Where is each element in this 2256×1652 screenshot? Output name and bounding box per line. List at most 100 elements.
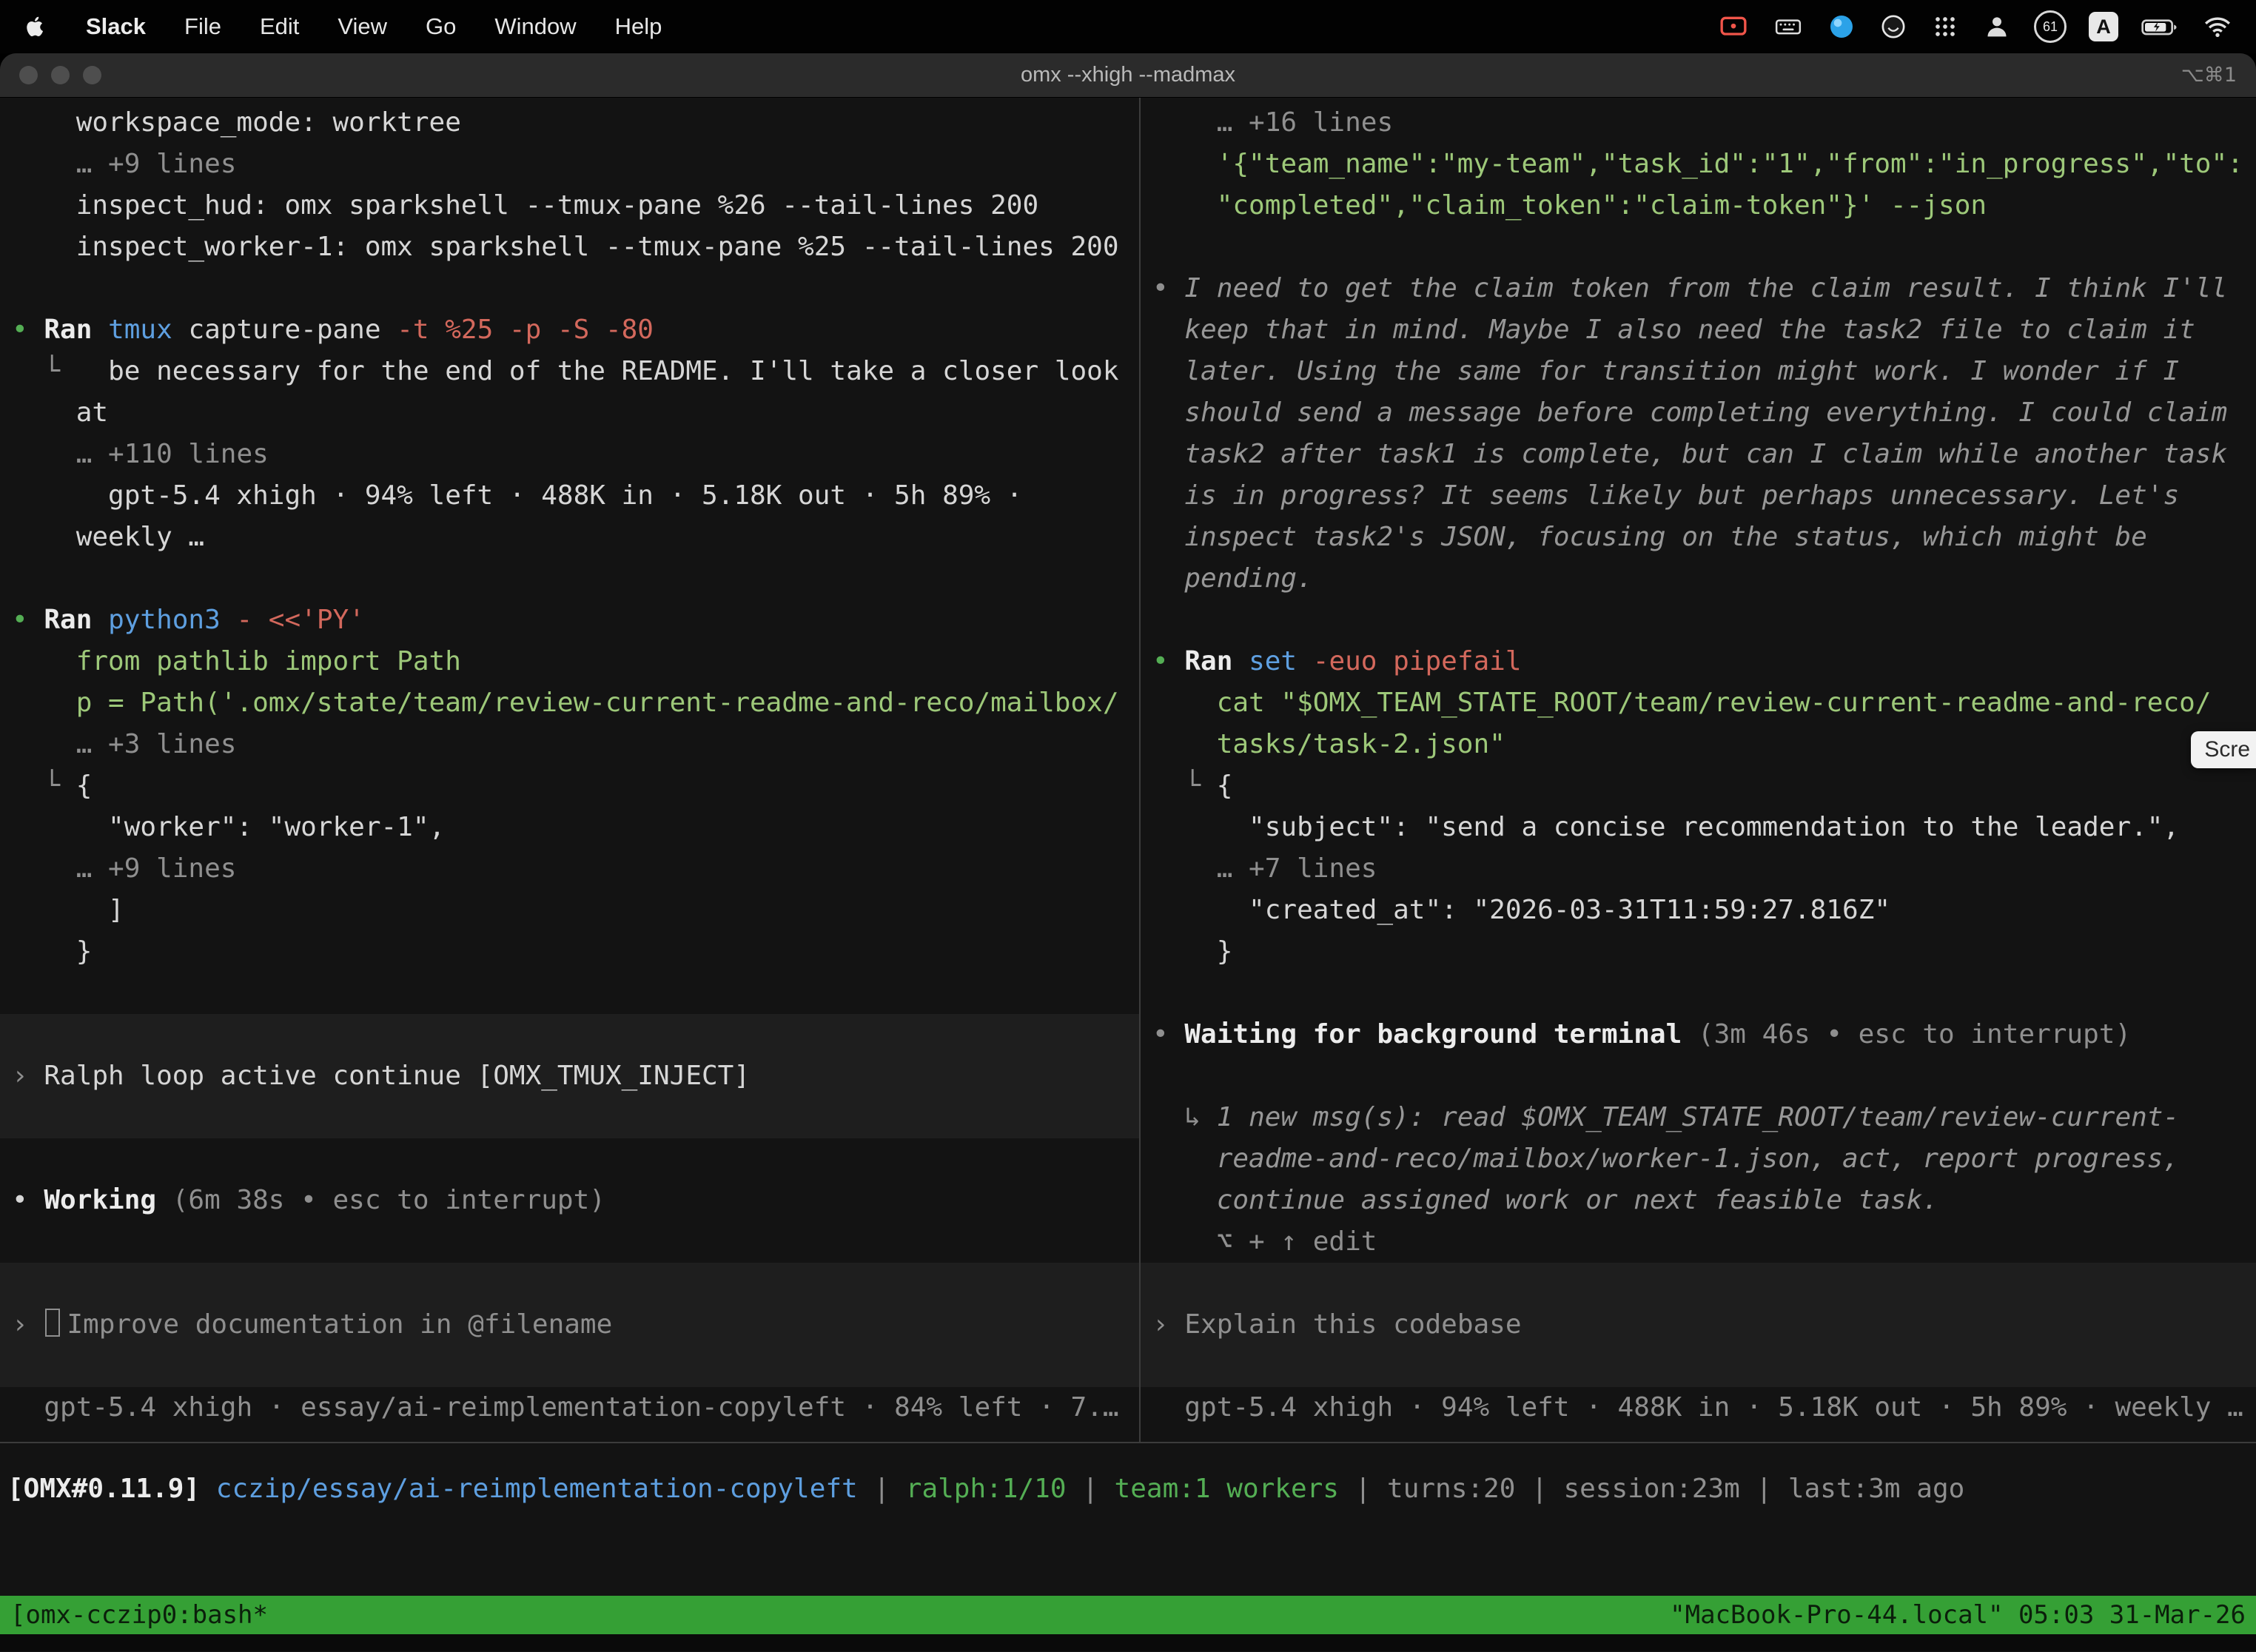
terminal-line: inspect_worker-1: omx sparkshell --tmux-… bbox=[12, 226, 1139, 268]
terminal-line: later. Using the same for transition mig… bbox=[1152, 351, 2256, 392]
ran-tmux-capture-line: • Ran tmux capture-pane -t %25 -p -S -80 bbox=[12, 309, 1139, 351]
terminal-line bbox=[12, 558, 1139, 600]
tmux-panes: workspace_mode: worktree … +9 lines insp… bbox=[0, 98, 2256, 1442]
gauge-value: 61 bbox=[2043, 19, 2058, 35]
terminal-line: … +7 lines bbox=[1152, 848, 2256, 890]
terminal-line: … +16 lines bbox=[1152, 102, 2256, 144]
screen-tooltip[interactable]: Scre bbox=[2191, 731, 2256, 768]
close-button[interactable] bbox=[19, 66, 38, 84]
menu-bar: Slack File Edit View Go Window Help 61 A bbox=[0, 0, 2256, 53]
gauge-61-icon[interactable]: 61 bbox=[2034, 10, 2067, 43]
menu-help[interactable]: Help bbox=[615, 13, 662, 40]
menu-window[interactable]: Window bbox=[494, 13, 576, 40]
terminal-line bbox=[0, 1346, 1139, 1387]
input-source-icon[interactable]: A bbox=[2089, 12, 2118, 41]
terminal-line: gpt-5.4 xhigh · 94% left · 488K in · 5.1… bbox=[12, 475, 1139, 517]
terminal-line: … +9 lines bbox=[12, 144, 1139, 185]
terminal-line bbox=[0, 1263, 1139, 1304]
terminal-line: is in progress? It seems likely but perh… bbox=[1152, 475, 2256, 517]
person-icon[interactable] bbox=[1982, 12, 2012, 41]
terminal-line bbox=[1152, 1055, 2256, 1097]
terminal-line: weekly … bbox=[12, 517, 1139, 558]
terminal-line bbox=[1152, 973, 2256, 1014]
terminal-line: └ be necessary for the end of the README… bbox=[12, 351, 1139, 392]
terminal-window: omx --xhigh --madmax ⌥⌘1 workspace_mode:… bbox=[0, 53, 2256, 1652]
minimize-button[interactable] bbox=[51, 66, 70, 84]
terminal-line: task2 after task1 is complete, but can I… bbox=[1152, 434, 2256, 475]
terminal-line bbox=[1141, 1346, 2256, 1387]
menu-file[interactable]: File bbox=[184, 13, 221, 40]
terminal-line bbox=[1141, 1263, 2256, 1304]
prompt-input[interactable]: › Improve documentation in @filename bbox=[0, 1304, 1139, 1346]
input-cursor bbox=[45, 1309, 60, 1337]
screen-recording-indicator-icon[interactable] bbox=[1717, 12, 1750, 41]
terminal-line: p = Path('.omx/state/team/review-current… bbox=[12, 682, 1139, 724]
terminal-line bbox=[12, 268, 1139, 309]
ralph-loop-status: › Ralph loop active continue [OMX_TMUX_I… bbox=[0, 1055, 1139, 1097]
terminal-line: inspect task2's JSON, focusing on the st… bbox=[1152, 517, 2256, 558]
terminal-line: "created_at": "2026-03-31T11:59:27.816Z" bbox=[1152, 890, 2256, 931]
terminal-line: } bbox=[1152, 931, 2256, 973]
terminal-line: from pathlib import Path bbox=[12, 641, 1139, 682]
working-status: • Working (6m 38s • esc to interrupt) bbox=[12, 1180, 1139, 1221]
battery-charging-icon[interactable] bbox=[2141, 12, 2179, 41]
terminal-line bbox=[1152, 226, 2256, 268]
ran-set-line: • Ran set -euo pipefail bbox=[1152, 641, 2256, 682]
prompt-input[interactable]: › Explain this codebase bbox=[1141, 1304, 2256, 1346]
model-status-line: gpt-5.4 xhigh · 94% left · 488K in · 5.1… bbox=[1152, 1387, 2256, 1428]
tmux-host-clock: "MacBook-Pro-44.local" 05:03 31-Mar-26 bbox=[1670, 1600, 2246, 1630]
waiting-status: • Waiting for background terminal (3m 46… bbox=[1152, 1014, 2256, 1055]
terminal-line: … +3 lines bbox=[12, 724, 1139, 765]
window-controls bbox=[0, 66, 101, 84]
terminal-line: └ { bbox=[12, 765, 1139, 807]
terminal-line: tasks/task-2.json" bbox=[1152, 724, 2256, 765]
terminal-line: pending. bbox=[1152, 558, 2256, 600]
terminal-line: continue assigned work or next feasible … bbox=[1152, 1180, 2256, 1221]
terminal-line: ⌥ + ↑ edit bbox=[1152, 1221, 2256, 1263]
input-source-letter: A bbox=[2096, 16, 2111, 38]
tmux-session-label: [omx-cczip0:bash* bbox=[10, 1600, 268, 1630]
terminal-line: keep that in mind. Maybe I also need the… bbox=[1152, 309, 2256, 351]
terminal-line bbox=[12, 973, 1139, 1014]
terminal-line: … +9 lines bbox=[12, 848, 1139, 890]
terminal-line: readme-and-reco/mailbox/worker-1.json, a… bbox=[1152, 1138, 2256, 1180]
model-status-line: gpt-5.4 xhigh · essay/ai-reimplementatio… bbox=[12, 1387, 1139, 1428]
right-pane-lines[interactable]: … +16 lines '{"team_name":"my-team","tas… bbox=[1139, 98, 2256, 1442]
zoom-button[interactable] bbox=[83, 66, 101, 84]
terminal-line bbox=[0, 1097, 1139, 1138]
ran-python-line: • Ran python3 - <<'PY' bbox=[12, 600, 1139, 641]
terminal-line bbox=[12, 1221, 1139, 1263]
thinking-block: • I need to get the claim token from the… bbox=[1152, 268, 2256, 309]
keyboard-icon[interactable] bbox=[1772, 12, 1805, 41]
omx-hud: [OMX#0.11.9] cczip/essay/ai-reimplementa… bbox=[0, 1443, 2256, 1596]
terminal-line: '{"team_name":"my-team","task_id":"1","f… bbox=[1152, 144, 2256, 185]
mailbox-message: ↳ 1 new msg(s): read $OMX_TEAM_STATE_ROO… bbox=[1152, 1097, 2256, 1138]
menu-view[interactable]: View bbox=[338, 13, 387, 40]
terminal-line: should send a message before completing … bbox=[1152, 392, 2256, 434]
terminal-line: at bbox=[12, 392, 1139, 434]
terminal-line bbox=[0, 1014, 1139, 1055]
blue-app-icon[interactable] bbox=[1827, 12, 1856, 41]
title-bar: omx --xhigh --madmax ⌥⌘1 bbox=[0, 53, 2256, 98]
terminal-line: ] bbox=[12, 890, 1139, 931]
menu-go[interactable]: Go bbox=[426, 13, 456, 40]
window-bottom-padding bbox=[0, 1634, 2256, 1651]
terminal-line: cat "$OMX_TEAM_STATE_ROOT/team/review-cu… bbox=[1152, 682, 2256, 724]
apple-menu-icon[interactable] bbox=[22, 14, 47, 39]
terminal-line: … +110 lines bbox=[12, 434, 1139, 475]
terminal-line: "subject": "send a concise recommendatio… bbox=[1152, 807, 2256, 848]
wifi-icon[interactable] bbox=[2201, 12, 2234, 41]
window-title: omx --xhigh --madmax bbox=[1021, 63, 1235, 87]
terminal-line bbox=[1152, 600, 2256, 641]
dark-app-icon[interactable] bbox=[1879, 12, 1908, 41]
menu-edit[interactable]: Edit bbox=[260, 13, 299, 40]
terminal-line: } bbox=[12, 931, 1139, 973]
terminal-line bbox=[12, 1138, 1139, 1180]
omx-status-line: [OMX#0.11.9] cczip/essay/ai-reimplementa… bbox=[7, 1468, 2256, 1510]
app-menu-slack[interactable]: Slack bbox=[86, 13, 146, 40]
apps-grid-icon[interactable] bbox=[1930, 12, 1960, 41]
terminal-line: inspect_hud: omx sparkshell --tmux-pane … bbox=[12, 185, 1139, 226]
window-shortcut-hint: ⌥⌘1 bbox=[2181, 64, 2256, 87]
terminal-line: └ { bbox=[1152, 765, 2256, 807]
left-pane-lines[interactable]: workspace_mode: worktree … +9 lines insp… bbox=[0, 98, 1139, 1442]
